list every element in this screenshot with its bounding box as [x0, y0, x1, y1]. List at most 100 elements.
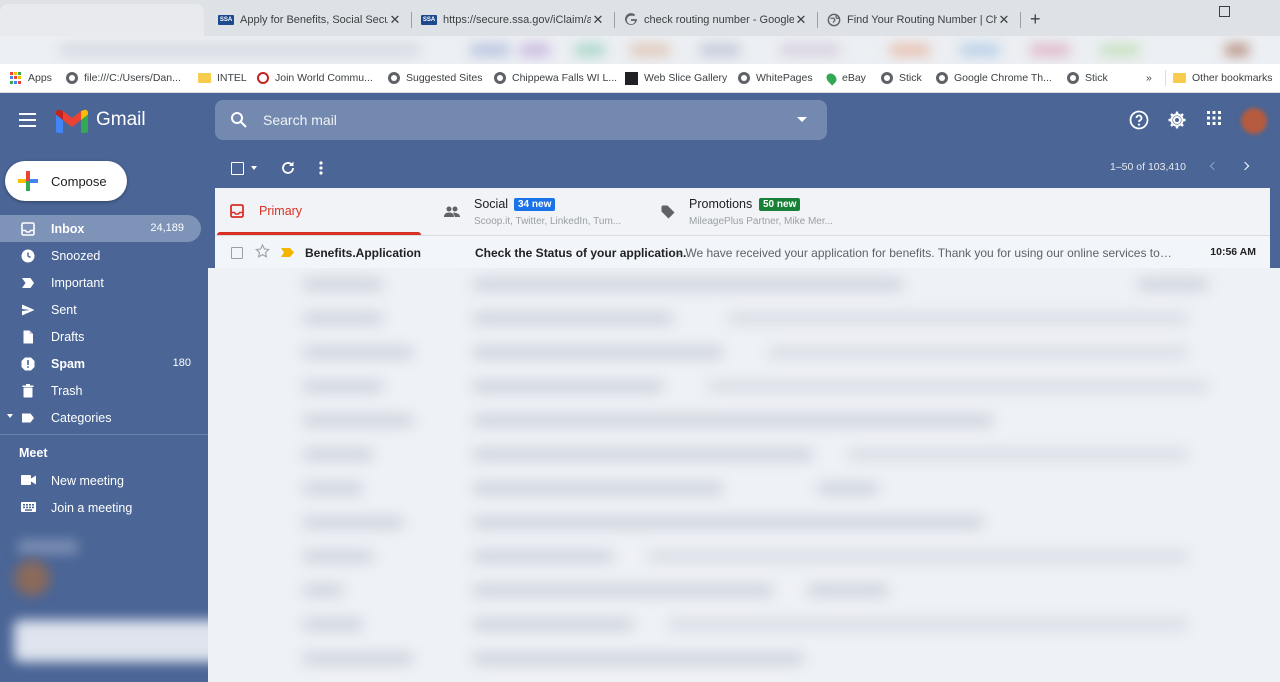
email-subject: Check the Status of your application. — [475, 246, 687, 260]
new-tab-button[interactable]: + — [1030, 10, 1041, 28]
unread-count: 24,189 — [150, 222, 184, 234]
bookmark-label: Stick — [1085, 72, 1108, 84]
close-icon[interactable]: ✕ — [794, 12, 808, 28]
bookmarks-bar: Apps file:///C:/Users/Dan... INTEL Join … — [0, 64, 1280, 93]
globe-icon — [66, 72, 78, 84]
video-icon — [21, 475, 36, 485]
send-icon — [22, 304, 35, 316]
email-sender: Benefits.Application — [305, 246, 422, 260]
expand-arrow-icon[interactable] — [7, 414, 13, 418]
star-icon[interactable] — [255, 244, 270, 258]
bookmark-divider — [1165, 70, 1166, 86]
more-options-icon[interactable] — [319, 161, 323, 175]
search-box[interactable]: Search mail — [215, 100, 827, 140]
bookmark-ebay[interactable]: eBay — [824, 70, 866, 86]
unread-count: 180 — [172, 357, 191, 369]
search-input[interactable]: Search mail — [263, 112, 337, 128]
maximize-icon[interactable] — [1219, 6, 1230, 17]
bookmark-chrome-themes[interactable]: Google Chrome Th... — [936, 70, 1052, 86]
map-pin-icon — [824, 70, 839, 86]
help-icon[interactable] — [1129, 110, 1149, 130]
meet-item-label: Join a meeting — [51, 501, 133, 515]
tab-title: https://secure.ssa.gov/iClaim/ap — [443, 14, 591, 26]
sidebar-item-important[interactable]: Important — [0, 269, 208, 296]
web-slice-icon — [625, 71, 638, 85]
bookmark-label: eBay — [842, 72, 866, 84]
sidebar-item-drafts[interactable]: Drafts — [0, 323, 208, 350]
plus-icon — [18, 171, 38, 191]
refresh-icon[interactable] — [281, 161, 295, 175]
chevron-right-icon[interactable] — [1240, 161, 1250, 171]
google-apps-icon[interactable] — [1206, 110, 1222, 126]
bookmarks-overflow-button[interactable]: » — [1146, 70, 1152, 86]
sidebar-item-trash[interactable]: Trash — [0, 377, 208, 404]
meet-section-title: Meet — [19, 446, 48, 460]
browser-tab-ssa-benefits[interactable]: SSA Apply for Benefits, Social Security … — [210, 4, 410, 36]
chevron-left-icon[interactable] — [1209, 161, 1219, 171]
sidebar-item-label: Drafts — [51, 330, 85, 344]
close-icon[interactable]: ✕ — [388, 12, 402, 28]
tab-senders: Scoop.it, Twitter, LinkedIn, Tum... — [474, 216, 622, 227]
globe-icon — [827, 13, 841, 27]
sidebar-item-inbox[interactable]: Inbox 24,189 — [0, 215, 201, 242]
gmail-logo-icon[interactable] — [56, 109, 88, 133]
select-dropdown-icon[interactable] — [251, 166, 257, 170]
compose-button[interactable]: Compose — [5, 161, 127, 201]
sidebar-item-sent[interactable]: Sent — [0, 296, 208, 323]
compose-label: Compose — [51, 173, 107, 189]
pagination-text: 1–50 of 103,410 — [1110, 161, 1186, 173]
join-meeting-button[interactable]: Join a meeting — [0, 494, 208, 521]
sidebar-item-snoozed[interactable]: Snoozed — [0, 242, 208, 269]
browser-tab-ssa-iclaim[interactable]: SSA https://secure.ssa.gov/iClaim/ap ✕ — [413, 4, 613, 36]
settings-gear-icon[interactable] — [1167, 110, 1187, 130]
globe-icon — [936, 72, 948, 84]
main-menu-icon[interactable] — [19, 113, 36, 127]
row-checkbox[interactable] — [231, 247, 243, 259]
bookmark-label: Suggested Sites — [406, 72, 483, 84]
mail-list-toolbar: 1–50 of 103,410 — [215, 150, 1275, 188]
active-tab-indicator — [217, 232, 421, 235]
sidebar-item-label: Sent — [51, 303, 77, 317]
sidebar-item-label: Important — [51, 276, 104, 290]
sidebar-item-spam[interactable]: Spam 180 — [0, 350, 208, 377]
sidebar-item-label: Snoozed — [51, 249, 101, 263]
trash-icon — [22, 384, 34, 398]
bookmark-join-world[interactable]: Join World Commu... — [257, 70, 373, 86]
bookmark-chippewa[interactable]: Chippewa Falls WI L... — [494, 70, 617, 86]
bookmark-stick[interactable]: Stick — [881, 70, 922, 86]
bookmark-stick-2[interactable]: Stick — [1067, 70, 1108, 86]
bookmark-intel[interactable]: INTEL — [198, 70, 247, 86]
browser-tab-google-search[interactable]: check routing number - Google S ✕ — [616, 4, 816, 36]
email-snippet: - We have received your application for … — [678, 246, 1173, 260]
browser-tab-routing-number[interactable]: Find Your Routing Number | Che ✕ — [819, 4, 1019, 36]
bookmark-file[interactable]: file:///C:/Users/Dan... — [66, 70, 181, 86]
bookmark-apps[interactable]: Apps — [10, 70, 52, 86]
important-marker-icon[interactable] — [281, 248, 294, 257]
search-options-icon[interactable] — [797, 117, 807, 122]
search-icon[interactable] — [230, 111, 248, 129]
tab-social[interactable]: Social 34 new Scoop.it, Twitter, LinkedI… — [430, 188, 640, 235]
sidebar-item-categories[interactable]: Categories — [0, 404, 208, 431]
tab-promotions[interactable]: Promotions 50 new MileagePlus Partner, M… — [645, 188, 885, 235]
tab-primary[interactable]: Primary — [215, 188, 425, 235]
google-icon — [625, 13, 637, 26]
close-icon[interactable]: ✕ — [997, 12, 1011, 28]
bookmark-other[interactable]: Other bookmarks — [1173, 70, 1273, 86]
tab-label: Primary — [259, 204, 303, 218]
email-row[interactable]: Benefits.Application Check the Status of… — [215, 236, 1270, 269]
new-count-badge: 34 new — [514, 198, 556, 211]
bookmark-whitepages[interactable]: WhitePages — [738, 70, 813, 86]
close-icon[interactable]: ✕ — [591, 12, 605, 28]
account-avatar[interactable] — [1241, 108, 1267, 134]
bookmark-web-slice[interactable]: Web Slice Gallery — [625, 70, 727, 86]
bookmark-suggested-sites[interactable]: Suggested Sites — [388, 70, 482, 86]
blurred-tab[interactable] — [0, 4, 204, 36]
people-icon — [444, 206, 460, 217]
ssa-favicon-icon: SSA — [421, 15, 437, 25]
new-meeting-button[interactable]: New meeting — [0, 467, 208, 494]
email-time: 10:56 AM — [1210, 246, 1256, 258]
select-all-checkbox[interactable] — [231, 162, 244, 175]
bookmark-label: Apps — [28, 72, 52, 84]
bookmark-label: Google Chrome Th... — [954, 72, 1052, 84]
bookmark-label: file:///C:/Users/Dan... — [84, 72, 181, 84]
